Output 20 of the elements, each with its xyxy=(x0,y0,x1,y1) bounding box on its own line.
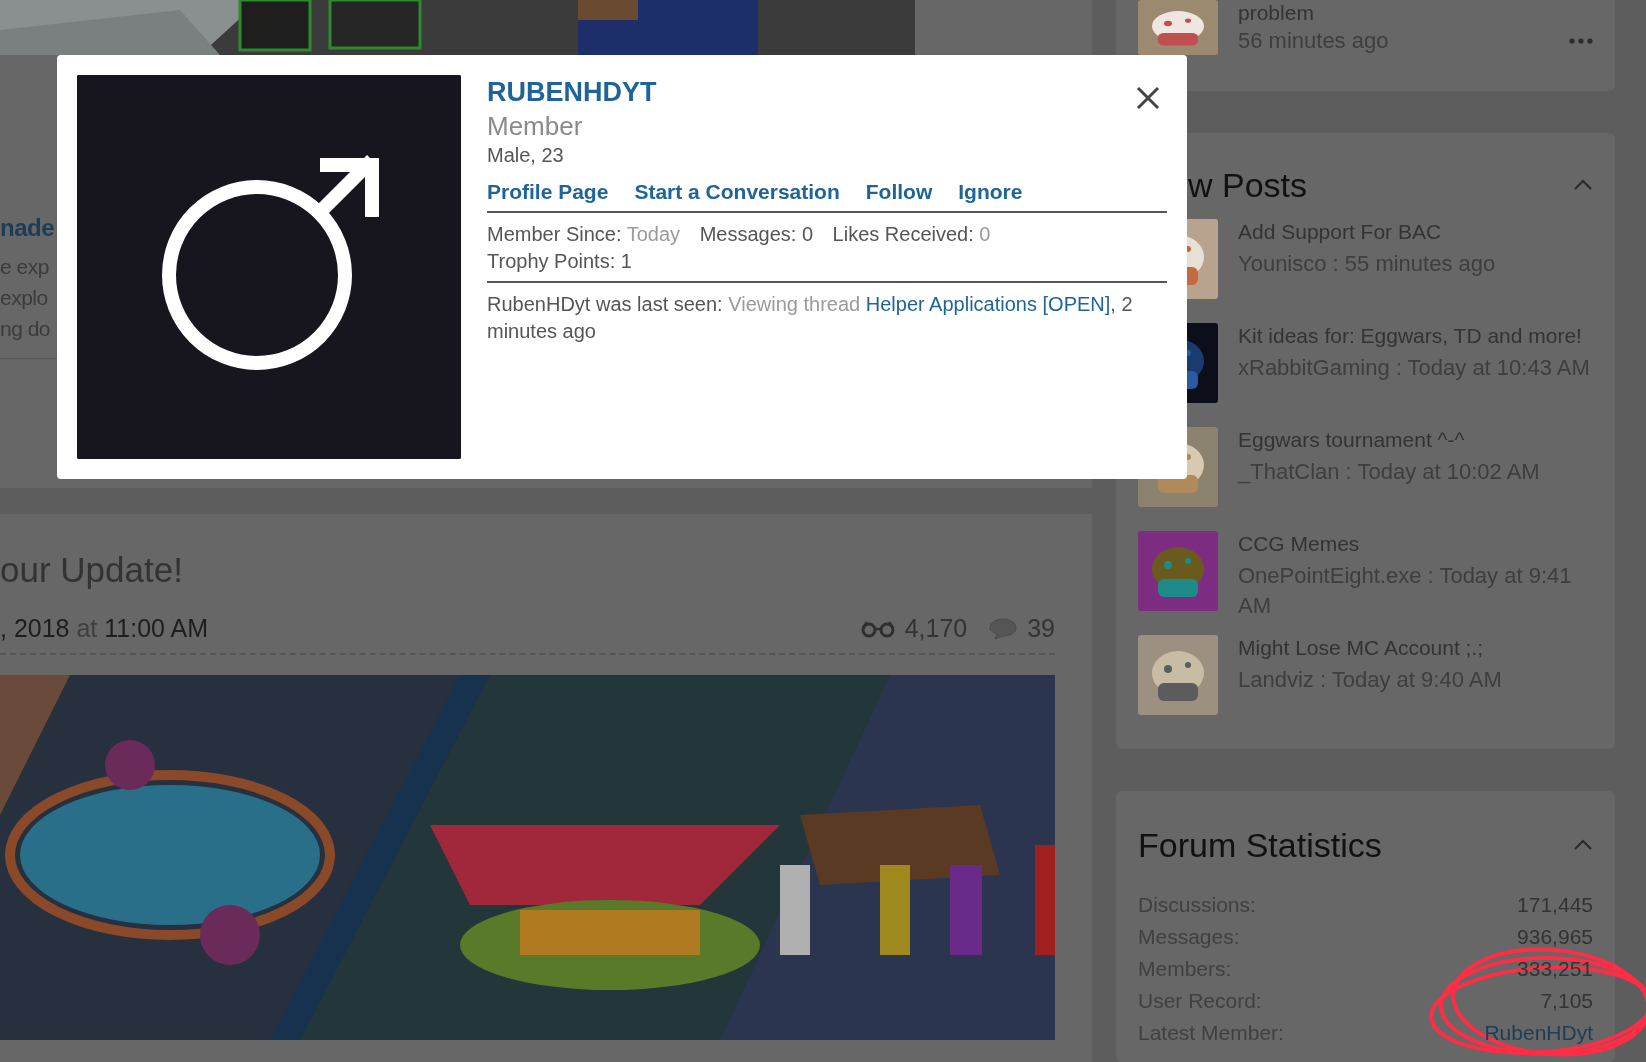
close-icon[interactable] xyxy=(1135,85,1161,111)
card-title: Forum Statistics xyxy=(1138,825,1382,865)
profile-link[interactable]: Ignore xyxy=(958,177,1023,207)
glasses-icon xyxy=(860,619,895,638)
more-icon[interactable] xyxy=(1569,38,1593,44)
profile-link[interactable]: Start a Conversation xyxy=(634,177,840,207)
thread-link[interactable]: Helper Applications [OPEN] xyxy=(865,293,1111,315)
member-link[interactable]: RubenHDyt xyxy=(1484,1017,1593,1049)
card-title: w Posts xyxy=(1188,165,1308,205)
speech-bubble-icon xyxy=(989,617,1018,640)
post-title[interactable]: nade xyxy=(0,205,54,251)
last-seen-text: RubenHDyt was last seen: Viewing thread Helper Applications [OPEN], 2 minutes ago xyxy=(487,292,1134,344)
profile-link[interactable]: Profile Page xyxy=(487,177,609,207)
member-title: Member xyxy=(487,111,584,141)
member-name[interactable]: RUBENHDYT xyxy=(487,75,657,109)
profile-link[interactable]: Follow xyxy=(865,177,933,207)
chevron-up-icon[interactable] xyxy=(1573,838,1593,850)
member-stats: Member Since: Today Messages: 0 Likes Received: 0 Trophy Points: 1 xyxy=(487,213,1167,283)
member-info: Male, 23 xyxy=(487,143,565,168)
chevron-up-icon[interactable] xyxy=(1573,178,1593,190)
